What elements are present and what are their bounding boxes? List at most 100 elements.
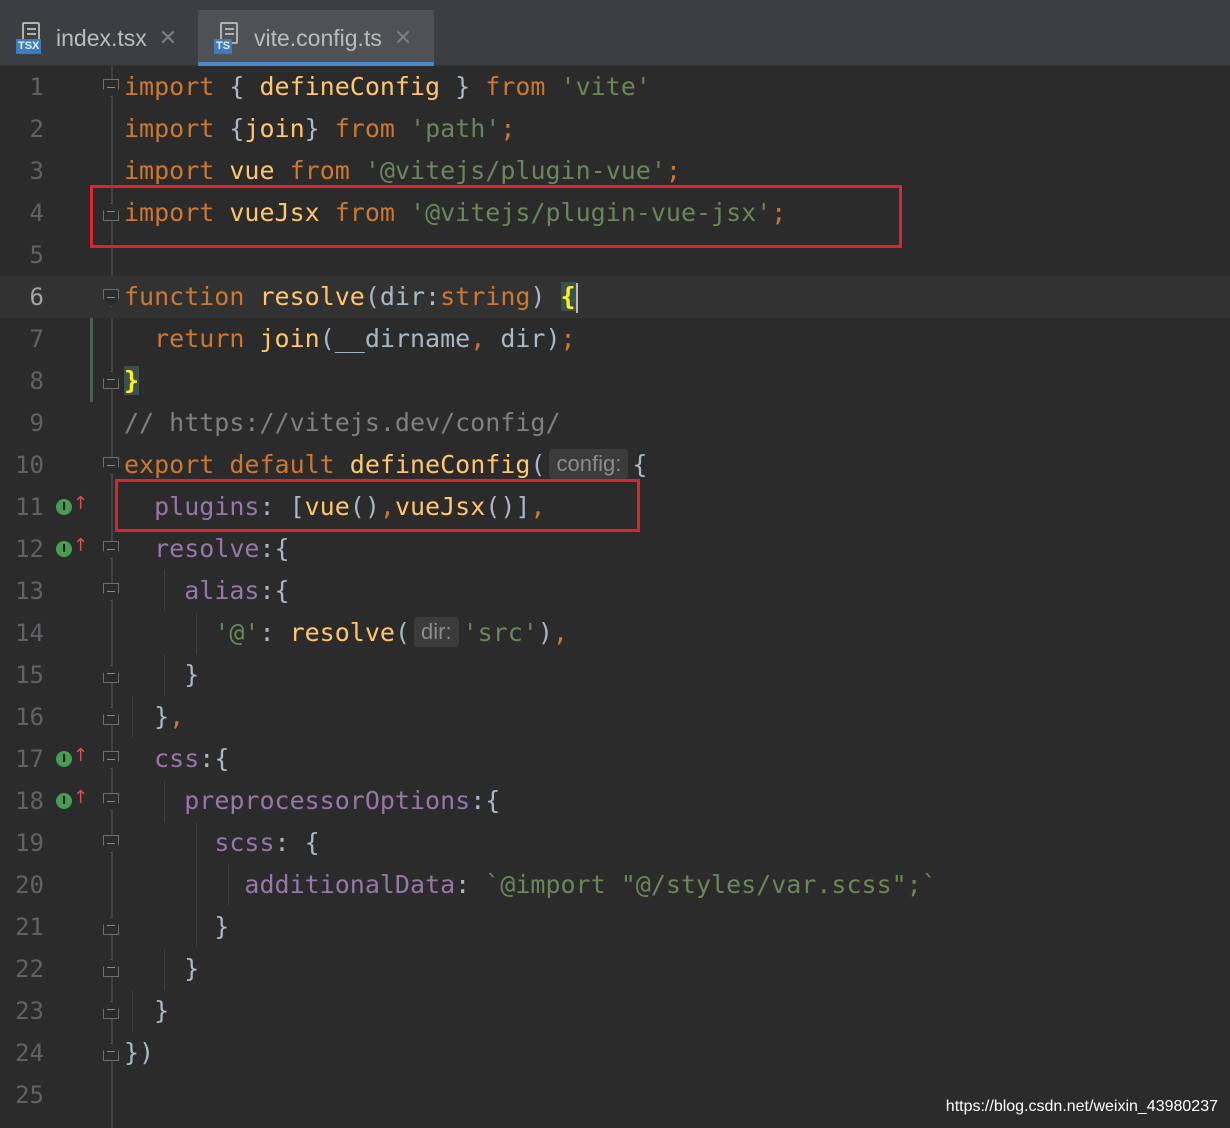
code-line[interactable]: 23 }	[0, 990, 1230, 1032]
line-number[interactable]: 14	[0, 612, 44, 654]
code-line[interactable]: 21 }	[0, 906, 1230, 948]
fold-close-icon[interactable]	[103, 203, 119, 221]
code-text[interactable]: // https://vitejs.dev/config/	[124, 402, 561, 444]
fold-open-icon[interactable]	[103, 793, 119, 811]
fold-close-icon[interactable]	[103, 959, 119, 977]
fold-close-icon[interactable]	[103, 1043, 119, 1061]
line-number[interactable]: 9	[0, 402, 44, 444]
line-number[interactable]: 12	[0, 528, 44, 570]
implements-icon[interactable]: I ↑	[56, 787, 88, 812]
code-line[interactable]: 6 function resolve(dir:string) {	[0, 276, 1230, 318]
fold-open-icon[interactable]	[103, 751, 119, 769]
fold-open-icon[interactable]	[103, 79, 119, 97]
code-text[interactable]: resolve:{	[124, 528, 290, 570]
code-line[interactable]: 12 I ↑ resolve:{	[0, 528, 1230, 570]
fold-open-icon[interactable]	[103, 835, 119, 853]
line-number[interactable]: 2	[0, 108, 44, 150]
line-number[interactable]: 19	[0, 822, 44, 864]
code-text[interactable]: }	[124, 360, 140, 402]
implements-icon[interactable]: I ↑	[56, 745, 88, 770]
code-text[interactable]: import { defineConfig } from 'vite'	[124, 66, 651, 108]
line-number[interactable]: 23	[0, 990, 44, 1032]
code-editor[interactable]: 1 import { defineConfig } from 'vite' 2 imp…	[0, 66, 1230, 1128]
implements-icon[interactable]: I ↑	[56, 493, 88, 518]
fold-open-icon[interactable]	[103, 541, 119, 559]
line-number[interactable]: 15	[0, 654, 44, 696]
code-line[interactable]: 18 I ↑ preprocessorOptions:{	[0, 780, 1230, 822]
code-text[interactable]: import vueJsx from '@vitejs/plugin-vue-j…	[124, 192, 786, 234]
code-line[interactable]: 1 import { defineConfig } from 'vite'	[0, 66, 1230, 108]
fold-open-icon[interactable]	[103, 289, 119, 307]
code-text[interactable]: additionalData: `@import "@/styles/var.s…	[124, 864, 936, 906]
close-tab-icon[interactable]: ✕	[394, 26, 412, 51]
code-line[interactable]: 7 return join(__dirname, dir);	[0, 318, 1230, 360]
fold-close-icon[interactable]	[103, 1001, 119, 1019]
line-number[interactable]: 17	[0, 738, 44, 780]
code-token: :{	[259, 534, 290, 563]
code-text[interactable]: return join(__dirname, dir);	[124, 318, 576, 360]
line-number[interactable]: 7	[0, 318, 44, 360]
code-line[interactable]: 3 import vue from '@vitejs/plugin-vue';	[0, 150, 1230, 192]
code-line[interactable]: 10 export default defineConfig(config:{	[0, 444, 1230, 486]
code-text[interactable]: }	[124, 948, 199, 990]
code-text[interactable]: alias:{	[124, 570, 289, 612]
code-text[interactable]: css:{	[124, 738, 229, 780]
code-text[interactable]: },	[124, 696, 184, 738]
line-number[interactable]: 18	[0, 780, 44, 822]
code-text[interactable]: })	[124, 1032, 154, 1074]
code-line[interactable]: 2 import {join} from 'path';	[0, 108, 1230, 150]
line-number[interactable]: 10	[0, 444, 44, 486]
code-line[interactable]: 24})	[0, 1032, 1230, 1074]
line-number[interactable]: 1	[0, 66, 44, 108]
line-number[interactable]: 6	[0, 276, 44, 318]
code-line[interactable]: 17 I ↑ css:{	[0, 738, 1230, 780]
tab-vite-config-ts[interactable]: TS vite.config.ts ✕	[198, 10, 434, 66]
line-number[interactable]: 13	[0, 570, 44, 612]
code-line[interactable]: 4 import vueJsx from '@vitejs/plugin-vue-…	[0, 192, 1230, 234]
code-line[interactable]: 9 // https://vitejs.dev/config/	[0, 402, 1230, 444]
code-text[interactable]: }	[124, 654, 199, 696]
code-line[interactable]: 22 }	[0, 948, 1230, 990]
code-line[interactable]: 15 }	[0, 654, 1230, 696]
line-number[interactable]: 8	[0, 360, 44, 402]
code-token: plugins	[154, 492, 260, 521]
fold-close-icon[interactable]	[103, 917, 119, 935]
line-number[interactable]: 11	[0, 486, 44, 528]
close-tab-icon[interactable]: ✕	[159, 26, 177, 51]
line-number[interactable]: 20	[0, 864, 44, 906]
code-text[interactable]: '@': resolve(dir:'src'),	[124, 612, 568, 654]
code-line[interactable]: 8}	[0, 360, 1230, 402]
implements-icon[interactable]: I ↑	[56, 535, 88, 560]
tsx-file-icon: TSX	[16, 22, 48, 54]
line-number[interactable]: 24	[0, 1032, 44, 1074]
code-text[interactable]: preprocessorOptions:{	[124, 780, 500, 822]
line-number[interactable]: 21	[0, 906, 44, 948]
code-line[interactable]: 20 additionalData: `@import "@/styles/va…	[0, 864, 1230, 906]
fold-open-icon[interactable]	[103, 583, 119, 601]
line-number[interactable]: 4	[0, 192, 44, 234]
line-number[interactable]: 22	[0, 948, 44, 990]
code-line[interactable]: 16 },	[0, 696, 1230, 738]
fold-close-icon[interactable]	[103, 665, 119, 683]
code-line[interactable]: 19 scss: {	[0, 822, 1230, 864]
fold-close-icon[interactable]	[103, 707, 119, 725]
tab-index-tsx[interactable]: TSX index.tsx ✕	[0, 10, 196, 66]
code-line[interactable]: 5	[0, 234, 1230, 276]
code-text[interactable]: export default defineConfig(config:{	[124, 444, 647, 486]
code-text[interactable]: import vue from '@vitejs/plugin-vue';	[124, 150, 681, 192]
line-number[interactable]: 5	[0, 234, 44, 276]
code-line[interactable]: 14 '@': resolve(dir:'src'),	[0, 612, 1230, 654]
code-text[interactable]: scss: {	[124, 822, 319, 864]
code-text[interactable]: }	[124, 990, 169, 1032]
code-line[interactable]: 13 alias:{	[0, 570, 1230, 612]
line-number[interactable]: 16	[0, 696, 44, 738]
code-text[interactable]: import {join} from 'path';	[124, 108, 515, 150]
code-text[interactable]: plugins: [vue(),vueJsx()],	[124, 486, 545, 528]
fold-close-icon[interactable]	[103, 371, 119, 389]
code-text[interactable]: }	[124, 906, 229, 948]
fold-open-icon[interactable]	[103, 457, 119, 475]
code-text[interactable]: function resolve(dir:string) {	[124, 276, 578, 318]
code-line[interactable]: 11 I ↑ plugins: [vue(),vueJsx()],	[0, 486, 1230, 528]
line-number[interactable]: 25	[0, 1074, 44, 1116]
line-number[interactable]: 3	[0, 150, 44, 192]
